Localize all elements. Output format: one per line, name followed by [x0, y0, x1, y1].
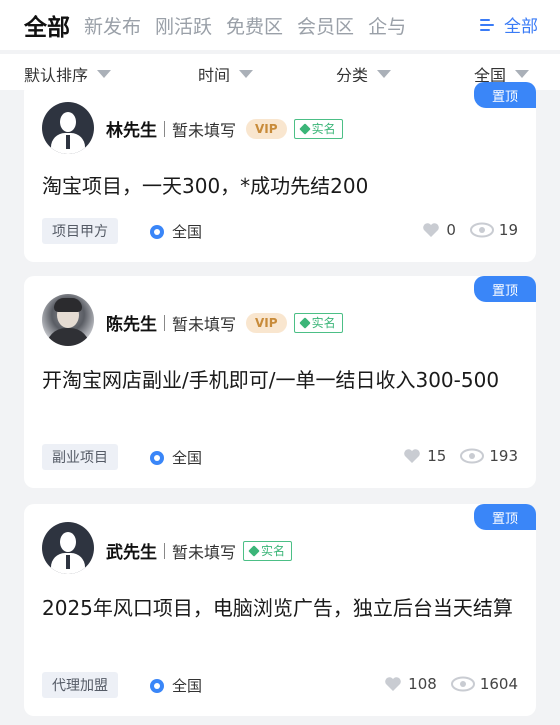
post-stats: 0 19 — [422, 221, 518, 239]
caret-down-icon — [377, 70, 392, 78]
like-count: 108 — [408, 675, 437, 693]
user-status: 暂未填写 — [172, 542, 237, 562]
vip-badge: VIP — [246, 312, 287, 333]
verified-icon — [298, 122, 311, 135]
user-name[interactable]: 武先生 — [106, 538, 157, 563]
pinned-badge: 置顶 — [474, 504, 536, 530]
verified-label: 实名 — [311, 122, 336, 136]
post-category-tag: 项目甲方 — [42, 218, 118, 244]
tab-enterprise[interactable]: 企与 — [368, 12, 406, 39]
user-info: 武先生 暂未填写 实名 — [106, 538, 293, 563]
like-icon[interactable] — [403, 448, 421, 464]
like-count: 0 — [446, 221, 456, 239]
user-info: 林先生 暂未填写 VIP 实名 — [106, 116, 343, 141]
pinned-badge: 置顶 — [474, 276, 536, 302]
like-icon[interactable] — [384, 676, 402, 692]
tab-new[interactable]: 新发布 — [84, 12, 141, 39]
post-location: 全国 — [150, 447, 202, 468]
verified-icon — [248, 544, 260, 557]
user-status: 暂未填写 — [172, 314, 237, 334]
tab-member-zone[interactable]: 会员区 — [297, 12, 354, 39]
post-card[interactable]: 置顶 武先生 暂未填写 实名 2025年风口项目，电脑浏览广告，独立后台当天结算… — [24, 504, 536, 716]
like-count: 15 — [427, 447, 447, 465]
user-info: 陈先生 暂未填写 VIP 实名 — [106, 310, 343, 335]
caret-down-icon — [239, 70, 254, 78]
all-categories-button[interactable]: 全部 — [474, 12, 538, 37]
divider — [164, 542, 165, 559]
location-label: 全国 — [172, 223, 203, 241]
post-card[interactable]: 置顶 陈先生 暂未填写 VIP 实名 开淘宝网店副业/手机即可/一单一结日收入3… — [24, 276, 536, 488]
post-card[interactable]: 置顶 林先生 暂未填写 VIP 实名 淘宝项目，一天300，*成功先结200 项… — [24, 82, 536, 262]
user-name[interactable]: 陈先生 — [106, 310, 157, 335]
post-title[interactable]: 2025年风口项目，电脑浏览广告，独立后台当天结算 — [42, 592, 518, 624]
location-label: 全国 — [172, 449, 203, 467]
category-tab-bar: 全部 新发布 刚活跃 免费区 会员区 企与 全部 — [0, 0, 560, 50]
post-category-tag: 代理加盟 — [42, 672, 118, 698]
pinned-badge: 置顶 — [474, 82, 536, 108]
post-location: 全国 — [150, 221, 202, 242]
view-count: 19 — [498, 221, 518, 239]
verified-badge: 实名 — [243, 540, 293, 561]
divider — [164, 120, 165, 137]
avatar[interactable] — [42, 522, 94, 574]
post-title[interactable]: 开淘宝网店副业/手机即可/一单一结日收入300-500 — [42, 364, 518, 396]
all-categories-label: 全部 — [504, 17, 538, 37]
views-icon — [450, 676, 475, 692]
verified-icon — [298, 316, 311, 329]
post-stats: 15 193 — [403, 447, 518, 465]
verified-badge: 实名 — [293, 118, 343, 139]
like-icon[interactable] — [422, 222, 440, 238]
post-stats: 108 1604 — [384, 675, 518, 693]
views-icon — [460, 448, 485, 464]
menu-icon — [480, 18, 496, 31]
caret-down-icon — [97, 70, 112, 78]
post-location: 全国 — [150, 675, 202, 696]
tab-recently-active[interactable]: 刚活跃 — [155, 12, 212, 39]
avatar[interactable] — [42, 102, 94, 154]
tab-fade-overlay — [438, 0, 478, 50]
caret-down-icon — [515, 70, 530, 78]
view-count: 193 — [489, 447, 518, 465]
location-label: 全国 — [172, 677, 203, 695]
tab-all[interactable]: 全部 — [24, 8, 70, 42]
location-pin-icon — [150, 678, 164, 693]
verified-label: 实名 — [311, 316, 336, 330]
location-pin-icon — [150, 224, 164, 239]
avatar[interactable] — [42, 294, 94, 346]
view-count: 1604 — [479, 675, 518, 693]
location-pin-icon — [150, 450, 164, 465]
views-icon — [469, 222, 494, 238]
post-title[interactable]: 淘宝项目，一天300，*成功先结200 — [42, 170, 518, 202]
vip-badge: VIP — [246, 118, 287, 139]
post-category-tag: 副业项目 — [42, 444, 118, 470]
tab-free-zone[interactable]: 免费区 — [226, 12, 283, 39]
verified-label: 实名 — [261, 544, 286, 558]
user-status: 暂未填写 — [172, 120, 237, 140]
verified-badge: 实名 — [293, 312, 343, 333]
divider — [164, 314, 165, 331]
user-name[interactable]: 林先生 — [106, 116, 157, 141]
